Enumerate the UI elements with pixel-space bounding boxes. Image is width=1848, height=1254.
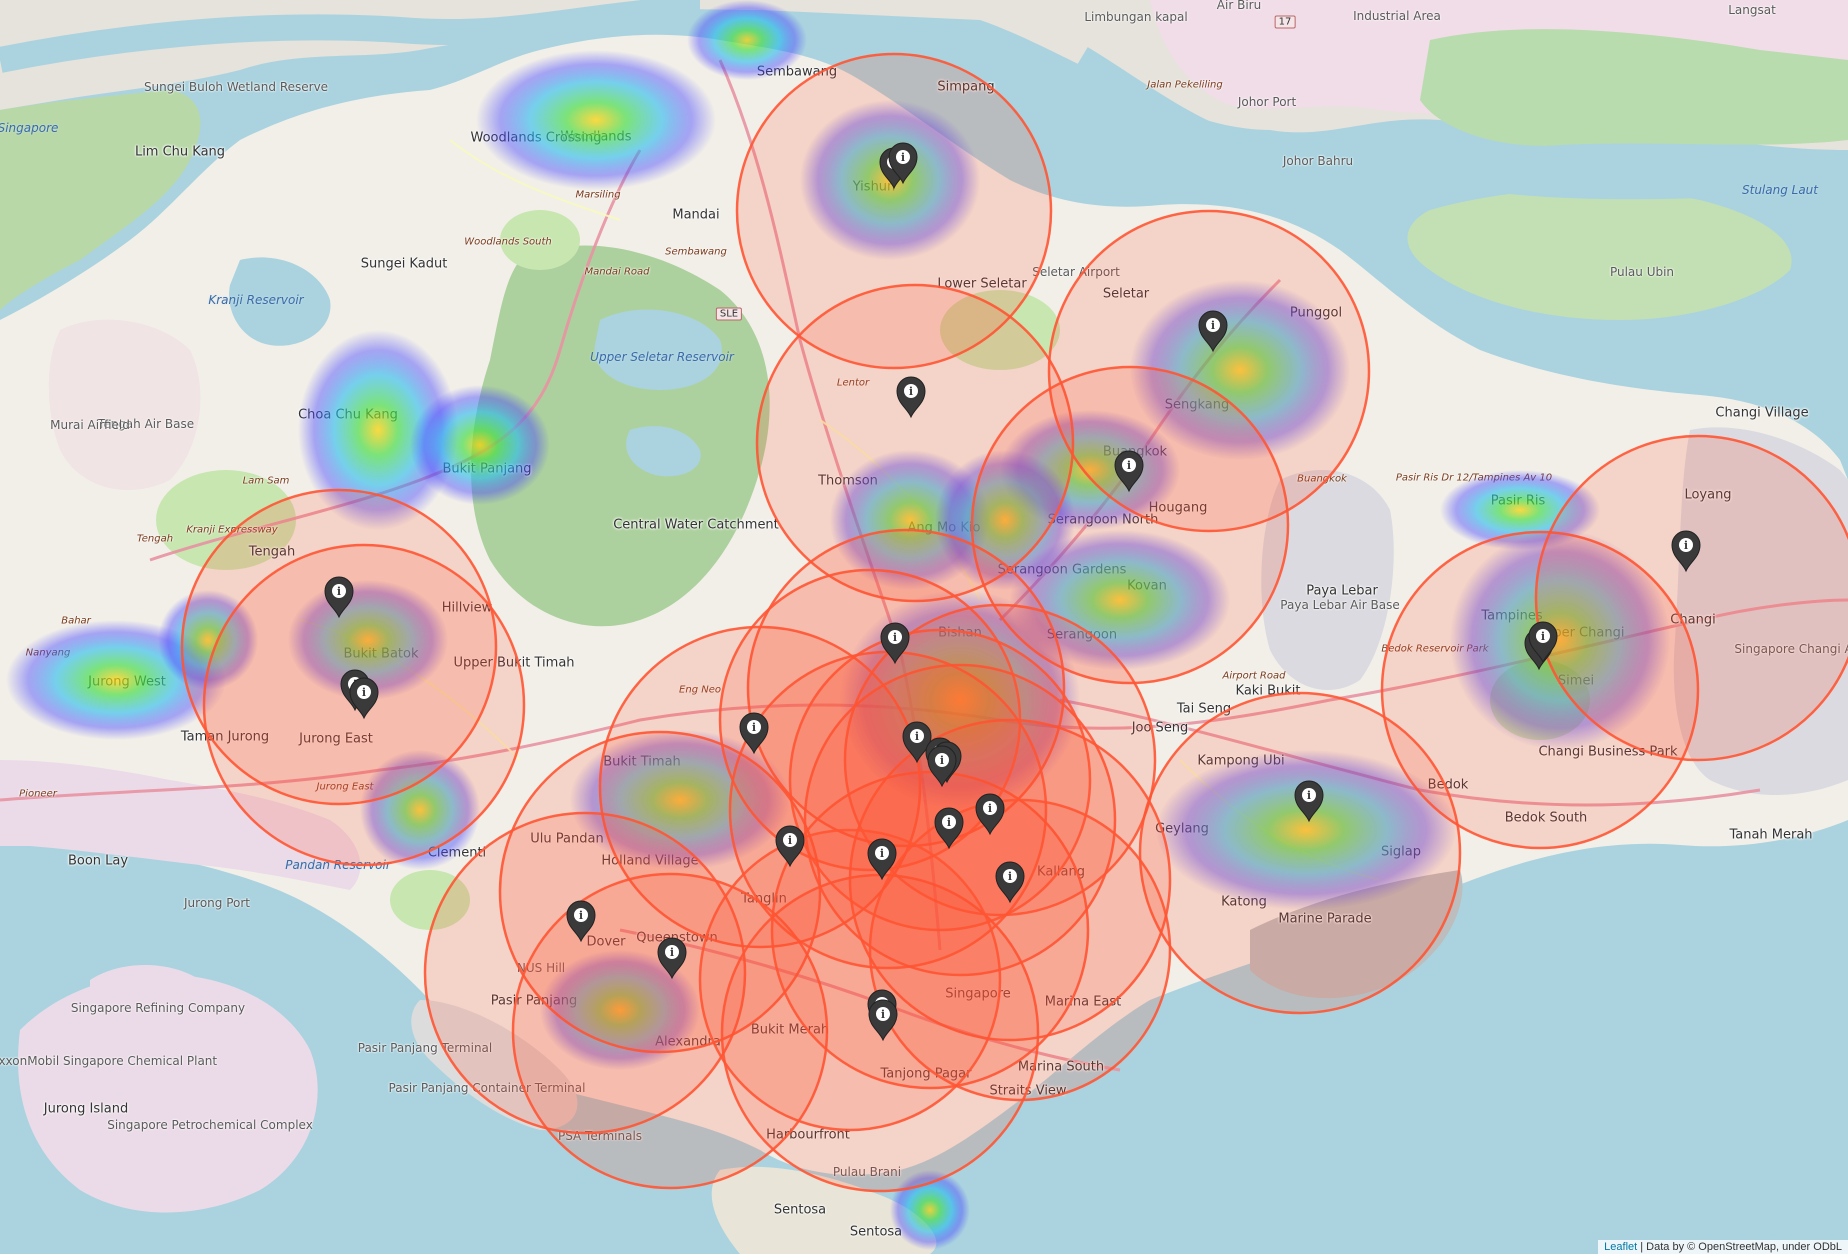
info-marker-icon[interactable]: i [739, 712, 769, 755]
svg-text:i: i [1127, 459, 1131, 472]
info-marker-icon[interactable]: i [880, 622, 910, 665]
svg-text:i: i [1008, 870, 1012, 883]
map-attribution: Leaflet | Data by © OpenStreetMap, under… [1598, 1240, 1848, 1254]
info-marker-icon[interactable]: i [975, 793, 1005, 836]
info-marker-icon[interactable]: i [657, 937, 687, 980]
info-marker-icon[interactable]: i [995, 861, 1025, 904]
svg-text:i: i [1307, 789, 1311, 802]
info-marker-icon[interactable]: i [868, 999, 898, 1042]
svg-text:i: i [881, 1008, 885, 1021]
svg-text:i: i [940, 754, 944, 767]
info-marker-icon[interactable]: i [324, 576, 354, 619]
map-view[interactable]: WoodlandsSembawangSimpangYishunMandaiSun… [0, 0, 1848, 1254]
svg-text:i: i [901, 151, 905, 164]
info-marker-icon[interactable]: i [927, 745, 957, 788]
svg-text:i: i [337, 585, 341, 598]
leaflet-link[interactable]: Leaflet [1604, 1241, 1637, 1253]
info-marker-icon[interactable]: i [934, 807, 964, 850]
info-marker-icon[interactable]: i [1198, 310, 1228, 353]
markers-layer: iiiiiiiiiiiiiiiiiiiiiiiiiii [324, 142, 1701, 1042]
info-marker-icon[interactable]: i [1294, 780, 1324, 823]
svg-text:i: i [752, 721, 756, 734]
svg-text:i: i [670, 946, 674, 959]
svg-text:i: i [362, 686, 366, 699]
info-marker-icon[interactable]: i [349, 677, 379, 720]
info-marker-icon[interactable]: i [1114, 450, 1144, 493]
svg-text:i: i [988, 802, 992, 815]
svg-text:i: i [893, 631, 897, 644]
info-marker-icon[interactable]: i [867, 838, 897, 881]
attribution-text: | Data by © OpenStreetMap, under ODbL [1640, 1241, 1842, 1253]
svg-text:i: i [1541, 630, 1545, 643]
svg-text:i: i [788, 834, 792, 847]
svg-text:i: i [880, 847, 884, 860]
info-marker-icon[interactable]: i [1671, 530, 1701, 573]
svg-text:i: i [1211, 319, 1215, 332]
info-marker-icon[interactable]: i [566, 900, 596, 943]
info-marker-icon[interactable]: i [896, 376, 926, 419]
svg-text:i: i [909, 385, 913, 398]
svg-text:i: i [579, 909, 583, 922]
svg-text:i: i [947, 816, 951, 829]
svg-text:i: i [915, 730, 919, 743]
svg-text:i: i [1684, 539, 1688, 552]
info-marker-icon[interactable]: i [775, 825, 805, 868]
